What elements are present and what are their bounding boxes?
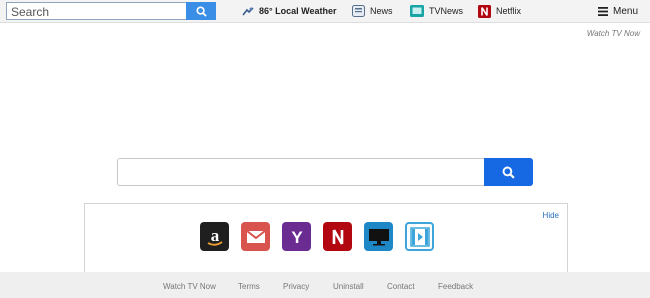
main-search-button[interactable] [484,158,533,186]
footer-feedback-link[interactable]: Feedback [438,282,473,291]
footer-contact-link[interactable]: Contact [387,282,415,291]
svg-text:Y: Y [291,228,303,247]
news-icon [352,5,365,17]
film-icon [409,226,430,247]
tv-icon [410,5,424,17]
tv-tile[interactable] [364,222,393,251]
netflix-icon [478,4,491,18]
main-search-input[interactable] [117,158,485,186]
yahoo-tile[interactable]: Y [282,222,311,251]
search-icon [195,5,207,17]
netflix-icon [332,228,343,245]
toolbar-search-box [6,2,216,20]
menu-label: Menu [613,5,639,17]
netflix-link[interactable]: Netflix [478,0,521,22]
svg-text:a: a [210,226,219,245]
top-toolbar: 86° Local Weather News TVNews Netflix Me… [0,0,650,23]
mail-icon [245,229,266,243]
amazon-icon: a [207,226,223,246]
amazon-tile[interactable]: a [200,222,229,251]
yahoo-icon: Y [291,228,303,247]
hamburger-icon [598,6,608,16]
gmail-tile[interactable] [241,222,270,251]
shortcut-tiles-panel: Hide a Y [84,203,568,275]
footer: Watch TV Now Terms Privacy Uninstall Con… [0,272,650,298]
main-search-bar [117,158,533,186]
weather-icon [242,7,254,16]
footer-uninstall-link[interactable]: Uninstall [333,282,364,291]
netflix-tile[interactable] [323,222,352,251]
tvnews-label: TVNews [429,6,464,16]
tvnews-link[interactable]: TVNews [410,0,463,22]
news-label: News [370,6,393,16]
netflix-label: Netflix [496,6,522,16]
weather-link[interactable]: 86° Local Weather [242,0,336,22]
search-icon [502,166,515,179]
tv-icon [368,228,389,245]
footer-privacy-link[interactable]: Privacy [283,282,309,291]
toolbar-search-button[interactable] [186,2,216,20]
watch-tv-now-link[interactable]: Watch TV Now [587,29,640,38]
footer-terms-link[interactable]: Terms [238,282,260,291]
footer-watch-tv-now-link[interactable]: Watch TV Now [163,282,216,291]
weather-label: 86° Local Weather [259,6,337,16]
news-link[interactable]: News [352,0,393,22]
hide-link[interactable]: Hide [543,211,559,220]
tiles-row: a Y [200,222,434,251]
video-tile[interactable] [405,222,434,251]
menu-button[interactable]: Menu [598,0,638,22]
toolbar-search-input[interactable] [7,4,187,20]
